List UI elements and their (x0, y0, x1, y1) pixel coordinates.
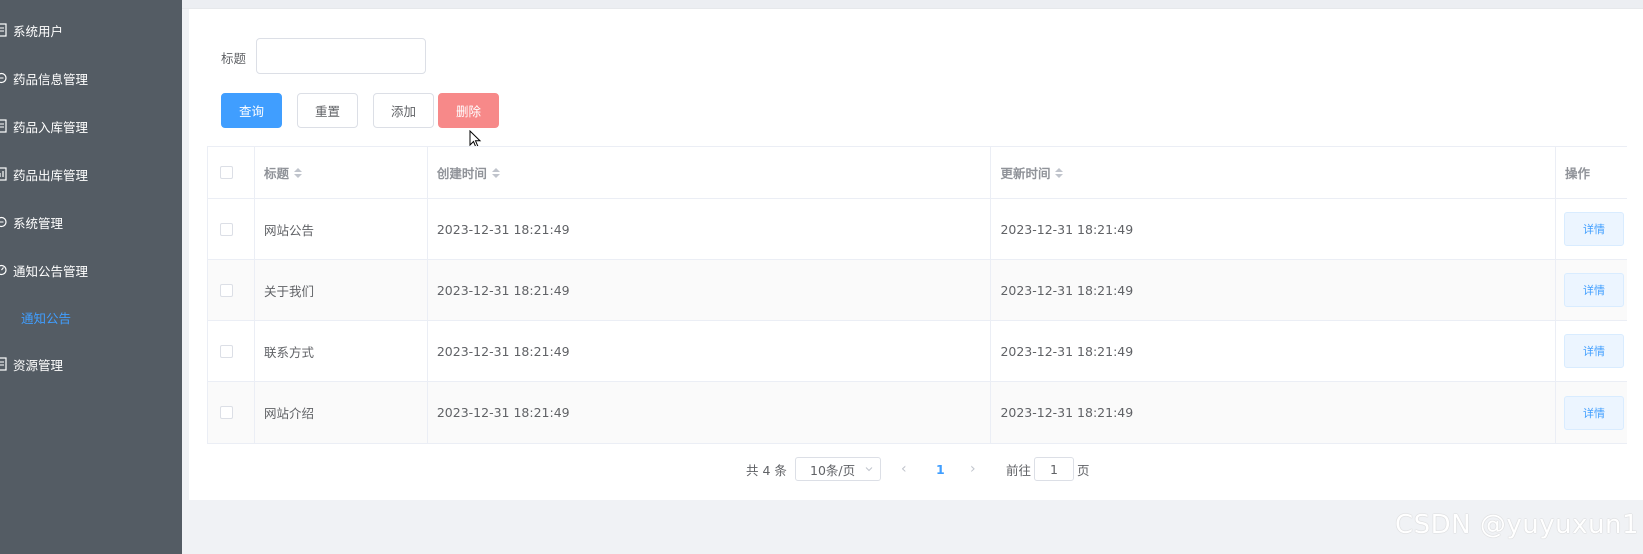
clock-icon (0, 263, 8, 277)
header-checkbox-cell (208, 147, 255, 198)
notice-table: 标题 创建时间 更新时间 操作 网站公告 2023-12-31 18:21:49… (207, 146, 1627, 444)
sort-icon[interactable] (293, 167, 302, 178)
row-checkbox-cell (208, 260, 255, 320)
table-row: 网站公告 2023-12-31 18:21:49 2023-12-31 18:2… (208, 199, 1627, 260)
sidebar-item-system-users[interactable]: 系统用户 (0, 20, 63, 40)
header-updated[interactable]: 更新时间 (991, 147, 1557, 198)
header-created-label: 创建时间 (436, 166, 487, 181)
header-operation-label: 操作 (1565, 166, 1591, 181)
cell-operation: 详情 (1556, 382, 1627, 443)
pagination-total: 共 4 条 (746, 462, 787, 478)
cell-updated: 2023-12-31 18:21:49 (991, 321, 1557, 381)
cell-updated: 2023-12-31 18:21:49 (991, 199, 1557, 259)
sidebar-subitem-notice[interactable]: 通知公告 (21, 307, 71, 327)
sort-icon[interactable] (491, 167, 500, 178)
circle-icon (0, 215, 8, 229)
next-page-button[interactable]: › (970, 457, 976, 481)
detail-button[interactable]: 详情 (1564, 395, 1625, 430)
sidebar-item-label: 资源管理 (13, 357, 64, 373)
page-size-select[interactable]: 10条/页 (795, 457, 881, 481)
delete-button[interactable]: 删除 (438, 93, 499, 128)
chevron-down-icon (865, 467, 873, 472)
page-suffix-label: 页 (1077, 462, 1090, 478)
row-checkbox-cell (208, 321, 255, 381)
page-jump-input[interactable] (1034, 457, 1074, 481)
sidebar-item-notice-management[interactable]: 通知公告管理 (0, 260, 88, 280)
sidebar-item-system-management[interactable]: 系统管理 (0, 212, 63, 232)
list-icon (0, 119, 8, 133)
sidebar-item-drug-info[interactable]: 药品信息管理 (0, 68, 88, 88)
table-row: 网站介绍 2023-12-31 18:21:49 2023-12-31 18:2… (208, 382, 1627, 443)
sidebar-item-drug-inbound[interactable]: 药品入库管理 (0, 116, 88, 136)
header-created[interactable]: 创建时间 (428, 147, 992, 198)
top-strip (182, 0, 1643, 9)
watermark: CSDN @yuyuxun1 (1395, 510, 1640, 540)
sort-icon[interactable] (1055, 167, 1064, 178)
cell-updated: 2023-12-31 18:21:49 (991, 382, 1557, 443)
row-checkbox[interactable] (220, 406, 234, 419)
search-title-input[interactable] (256, 38, 426, 74)
list-icon (0, 23, 8, 37)
row-checkbox[interactable] (220, 222, 234, 236)
row-checkbox[interactable] (220, 344, 234, 358)
detail-button[interactable]: 详情 (1564, 334, 1625, 368)
sidebar-item-drug-outbound[interactable]: 药品出库管理 (0, 164, 88, 184)
table-row: 联系方式 2023-12-31 18:21:49 2023-12-31 18:2… (208, 321, 1627, 382)
list-icon (0, 357, 8, 371)
cell-created: 2023-12-31 18:21:49 (428, 260, 992, 320)
sidebar-item-label: 系统管理 (13, 215, 64, 231)
circle-icon (0, 71, 8, 85)
prev-page-button[interactable]: ‹ (901, 457, 907, 481)
detail-button[interactable]: 详情 (1564, 273, 1625, 307)
sidebar-item-resource-management[interactable]: 资源管理 (0, 354, 63, 374)
header-updated-label: 更新时间 (1000, 166, 1051, 181)
cell-updated: 2023-12-31 18:21:49 (991, 260, 1557, 320)
sidebar-item-label: 药品出库管理 (13, 167, 89, 183)
add-button[interactable]: 添加 (373, 93, 434, 128)
row-checkbox-cell (208, 382, 255, 443)
chart-icon (0, 167, 8, 181)
sidebar-item-label: 系统用户 (13, 23, 64, 39)
cell-operation: 详情 (1556, 199, 1627, 259)
cell-operation: 详情 (1556, 260, 1627, 320)
page-number-current[interactable]: 1 (936, 457, 945, 481)
select-all-checkbox[interactable] (220, 166, 234, 179)
cell-title: 关于我们 (255, 260, 428, 320)
header-title[interactable]: 标题 (255, 147, 428, 198)
header-operation: 操作 (1556, 147, 1627, 198)
goto-label: 前往 (1006, 462, 1032, 478)
query-button[interactable]: 查询 (221, 93, 282, 128)
table-row: 关于我们 2023-12-31 18:21:49 2023-12-31 18:2… (208, 260, 1627, 321)
page-size-value: 10条/页 (810, 462, 856, 478)
sidebar-subitem-label: 通知公告 (21, 310, 72, 326)
cell-created: 2023-12-31 18:21:49 (428, 199, 992, 259)
header-title-label: 标题 (263, 166, 289, 181)
cell-created: 2023-12-31 18:21:49 (428, 382, 992, 443)
cell-created: 2023-12-31 18:21:49 (428, 321, 992, 381)
table-header-row: 标题 创建时间 更新时间 操作 (208, 147, 1627, 199)
search-title-label: 标题 (221, 51, 247, 66)
cell-title: 网站介绍 (255, 382, 428, 443)
reset-button[interactable]: 重置 (297, 93, 358, 128)
sidebar-item-label: 通知公告管理 (13, 263, 89, 279)
cell-operation: 详情 (1556, 321, 1627, 381)
cell-title: 网站公告 (255, 199, 428, 259)
row-checkbox-cell (208, 199, 255, 259)
row-checkbox[interactable] (220, 283, 234, 297)
cell-title: 联系方式 (255, 321, 428, 381)
detail-button[interactable]: 详情 (1564, 212, 1625, 246)
sidebar: 系统用户 药品信息管理 药品入库管理 药品出库管理 系统管理 通知公告管理 通知… (0, 0, 182, 554)
sidebar-item-label: 药品入库管理 (13, 119, 89, 135)
sidebar-item-label: 药品信息管理 (13, 71, 89, 87)
